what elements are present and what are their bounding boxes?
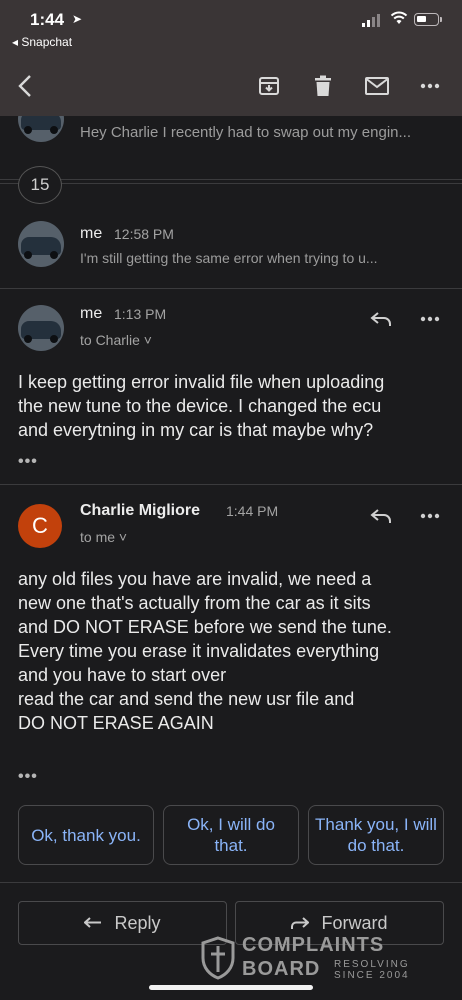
sender-name: me xyxy=(80,225,103,242)
reply-button[interactable] xyxy=(366,307,396,331)
archive-button[interactable] xyxy=(254,71,284,101)
delete-button[interactable] xyxy=(308,71,338,101)
body-line: and you have to start over xyxy=(18,665,227,685)
divider xyxy=(0,183,462,184)
avatar xyxy=(18,221,64,267)
more-options-button[interactable] xyxy=(415,71,445,101)
status-bar: 1:44 ➤ ◂ Snapchat xyxy=(0,0,462,56)
sender-name: Charlie Migliore xyxy=(80,502,201,519)
watermark-tagline: RESOLVING xyxy=(334,959,410,970)
show-trimmed-content-button[interactable]: ••• xyxy=(18,768,38,786)
divider xyxy=(0,179,462,180)
cellular-signal-icon xyxy=(362,14,380,27)
more-horizontal-icon xyxy=(420,83,440,89)
message-more-button[interactable] xyxy=(415,504,445,528)
reply-arrow-icon xyxy=(84,917,102,928)
mark-unread-button[interactable] xyxy=(362,71,392,101)
message-snippet: Hey Charlie I recently had to swap out m… xyxy=(80,124,411,141)
battery-icon xyxy=(414,13,442,26)
clock: 1:44 xyxy=(30,10,65,29)
smart-reply-ok-i-will-do-that[interactable]: Ok, I will do that. xyxy=(163,805,299,865)
avatar: C xyxy=(18,504,62,548)
shield-logo-icon xyxy=(201,936,235,980)
message-body: I keep getting error invalid file when u… xyxy=(18,370,384,442)
show-trimmed-content-button[interactable]: ••• xyxy=(18,453,38,471)
avatar xyxy=(18,116,64,142)
recipient-details-toggle[interactable]: to me ˅ xyxy=(80,529,127,545)
reply-arrow-icon xyxy=(370,312,391,326)
watermark-board: BOARD xyxy=(242,958,321,980)
body-line: I keep getting error invalid file when u… xyxy=(18,372,385,392)
back-button[interactable] xyxy=(10,71,40,101)
sender-name: me xyxy=(80,305,103,322)
body-line: Every time you erase it invalidates ever… xyxy=(18,641,380,661)
body-line: and DO NOT ERASE before we send the tune… xyxy=(18,617,392,637)
body-line: any old files you have are invalid, we n… xyxy=(18,569,372,589)
message-toolbar xyxy=(0,56,462,116)
collapsed-messages-count[interactable]: 15 xyxy=(18,166,62,204)
reply-arrow-icon xyxy=(370,509,391,523)
forward-arrow-icon xyxy=(291,917,310,929)
home-indicator[interactable] xyxy=(149,985,313,990)
divider xyxy=(0,882,462,883)
message-snippet: I'm still getting the same error when tr… xyxy=(80,250,378,266)
chevron-left-icon xyxy=(18,75,31,97)
message-time: 1:44 PM xyxy=(226,503,279,519)
message-time: 1:13 PM xyxy=(114,306,167,322)
watermark-tagline: SINCE 2004 xyxy=(334,970,410,981)
smart-reply-ok-thank-you[interactable]: Ok, thank you. xyxy=(18,805,154,865)
reply-action-button[interactable]: Reply xyxy=(18,901,227,945)
body-line: the new tune to the device. I changed th… xyxy=(18,396,382,416)
archive-icon xyxy=(259,77,279,95)
watermark-title: COMPLAINTS xyxy=(242,934,385,956)
message-time: 12:58 PM xyxy=(114,226,174,242)
reply-button[interactable] xyxy=(366,504,396,528)
trash-icon xyxy=(315,75,331,96)
complaints-board-watermark: COMPLAINTS BOARD RESOLVING SINCE 2004 xyxy=(200,934,420,982)
envelope-icon xyxy=(365,77,389,95)
body-line: read the car and send the new usr file a… xyxy=(18,689,355,709)
divider xyxy=(0,288,462,289)
message-more-button[interactable] xyxy=(415,307,445,331)
body-line: new one that's actually from the car as … xyxy=(18,593,371,613)
forward-label: Forward xyxy=(321,912,388,933)
back-to-app-link[interactable]: ◂ Snapchat xyxy=(12,35,72,49)
collapsed-message-preview[interactable]: Hey Charlie I recently had to swap out m… xyxy=(0,116,462,168)
avatar xyxy=(18,305,64,351)
more-horizontal-icon xyxy=(420,513,440,519)
message-body: any old files you have are invalid, we n… xyxy=(18,567,392,735)
wifi-icon xyxy=(390,11,408,24)
smart-reply-thank-you-i-will-do-that[interactable]: Thank you, I will do that. xyxy=(308,805,444,865)
body-line: DO NOT ERASE AGAIN xyxy=(18,713,214,733)
body-line: and everytning in my car is that maybe w… xyxy=(18,420,374,440)
recipient-details-toggle[interactable]: to Charlie ˅ xyxy=(80,332,152,348)
more-horizontal-icon xyxy=(420,316,440,322)
reply-label: Reply xyxy=(114,912,161,933)
location-arrow-icon: ➤ xyxy=(72,12,83,26)
divider xyxy=(0,484,462,485)
